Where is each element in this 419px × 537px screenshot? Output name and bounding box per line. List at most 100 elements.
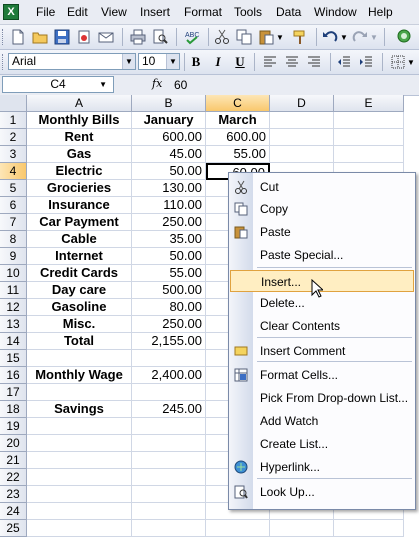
align-left-icon[interactable] [262,54,278,70]
menu-item-format-cells[interactable]: Format Cells... [230,364,414,386]
cell-b21[interactable] [132,452,206,469]
font-size-box[interactable]: 10 ▼ [138,53,180,70]
row-header-1[interactable]: 1 [0,112,27,129]
cell-a12[interactable]: Gasoline [27,299,132,316]
paste-icon[interactable] [258,29,274,45]
row-header-14[interactable]: 14 [0,333,27,350]
undo-icon[interactable] [322,29,338,45]
cell-e25[interactable] [334,520,404,537]
cell-a19[interactable] [27,418,132,435]
menu-item-look-up[interactable]: Look Up... [230,481,414,503]
menu-tools[interactable]: Tools [234,5,262,19]
row-header-11[interactable]: 11 [0,282,27,299]
menu-file[interactable]: File [36,5,55,19]
paste-dropdown-arrow[interactable]: ▼ [276,33,284,42]
cut-icon[interactable] [214,29,230,45]
excel-app-icon[interactable]: X [3,4,19,20]
cell-a15[interactable] [27,350,132,367]
bold-button[interactable]: B [188,54,204,70]
cell-a3[interactable]: Gas [27,146,132,163]
column-header-b[interactable]: B [132,95,206,112]
cell-b14[interactable]: 2,155.00 [132,333,206,350]
row-header-24[interactable]: 24 [0,503,27,520]
cell-e2[interactable] [334,129,404,146]
select-all-corner[interactable] [0,95,27,112]
format-painter-icon[interactable] [292,29,308,45]
menu-item-copy[interactable]: Copy [230,198,414,220]
italic-button[interactable]: I [210,54,226,70]
save-icon[interactable] [54,29,70,45]
increase-indent-icon[interactable] [358,54,374,70]
font-dropdown-arrow[interactable]: ▼ [122,54,135,69]
row-header-18[interactable]: 18 [0,401,27,418]
name-box-dropdown-arrow[interactable]: ▼ [99,77,107,92]
formula-input[interactable]: 60 [174,78,187,92]
font-name-box[interactable]: Arial ▼ [8,53,136,70]
menu-item-paste[interactable]: Paste [230,221,414,243]
menu-item-create-list[interactable]: Create List... [230,433,414,455]
cell-b3[interactable]: 45.00 [132,146,206,163]
cell-c25[interactable] [206,520,270,537]
cell-a18[interactable]: Savings [27,401,132,418]
row-header-3[interactable]: 3 [0,146,27,163]
copy-icon[interactable] [236,29,252,45]
open-icon[interactable] [32,29,48,45]
cell-d25[interactable] [270,520,334,537]
cell-b7[interactable]: 250.00 [132,214,206,231]
row-header-12[interactable]: 12 [0,299,27,316]
cell-d3[interactable] [270,146,334,163]
align-right-icon[interactable] [306,54,322,70]
menu-item-cut[interactable]: Cut [230,176,414,198]
cell-a1[interactable]: Monthly Bills [27,112,132,129]
redo-dropdown-arrow[interactable]: ▼ [370,33,378,42]
row-header-23[interactable]: 23 [0,486,27,503]
cell-a4[interactable]: Electric [27,163,132,180]
menu-item-paste-special[interactable]: Paste Special... [230,244,414,266]
row-header-22[interactable]: 22 [0,469,27,486]
cell-b5[interactable]: 130.00 [132,180,206,197]
borders-icon[interactable] [390,54,406,70]
cell-c1[interactable]: March [206,112,270,129]
cell-a24[interactable] [27,503,132,520]
menu-window[interactable]: Window [314,5,357,19]
cell-a14[interactable]: Total [27,333,132,350]
column-header-e[interactable]: E [334,95,404,112]
cell-a8[interactable]: Cable [27,231,132,248]
name-box[interactable]: C4 ▼ [2,76,114,93]
column-header-d[interactable]: D [270,95,334,112]
cell-b19[interactable] [132,418,206,435]
menu-item-hyperlink[interactable]: Hyperlink... [230,456,414,478]
decrease-indent-icon[interactable] [336,54,352,70]
cell-b22[interactable] [132,469,206,486]
menu-data[interactable]: Data [276,5,301,19]
spelling-icon[interactable]: ABC [184,29,200,45]
menu-item-clear-contents[interactable]: Clear Contents [230,315,414,337]
cell-a23[interactable] [27,486,132,503]
cell-b13[interactable]: 250.00 [132,316,206,333]
menu-view[interactable]: View [101,5,127,19]
row-header-13[interactable]: 13 [0,316,27,333]
cell-b20[interactable] [132,435,206,452]
cell-b18[interactable]: 245.00 [132,401,206,418]
row-header-15[interactable]: 15 [0,350,27,367]
cell-a22[interactable] [27,469,132,486]
cell-b16[interactable]: 2,400.00 [132,367,206,384]
cell-b10[interactable]: 55.00 [132,265,206,282]
print-preview-icon[interactable] [152,29,168,45]
row-header-4[interactable]: 4 [0,163,27,180]
menu-edit[interactable]: Edit [67,5,88,19]
cell-e1[interactable] [334,112,404,129]
cell-b24[interactable] [132,503,206,520]
cell-a17[interactable] [27,384,132,401]
underline-button[interactable]: U [232,54,248,70]
cell-a9[interactable]: Internet [27,248,132,265]
cell-b6[interactable]: 110.00 [132,197,206,214]
cell-b4[interactable]: 50.00 [132,163,206,180]
cell-a25[interactable] [27,520,132,537]
row-header-6[interactable]: 6 [0,197,27,214]
cell-a21[interactable] [27,452,132,469]
row-header-25[interactable]: 25 [0,520,27,537]
cell-a16[interactable]: Monthly Wage [27,367,132,384]
email-icon[interactable] [98,29,114,45]
row-header-9[interactable]: 9 [0,248,27,265]
